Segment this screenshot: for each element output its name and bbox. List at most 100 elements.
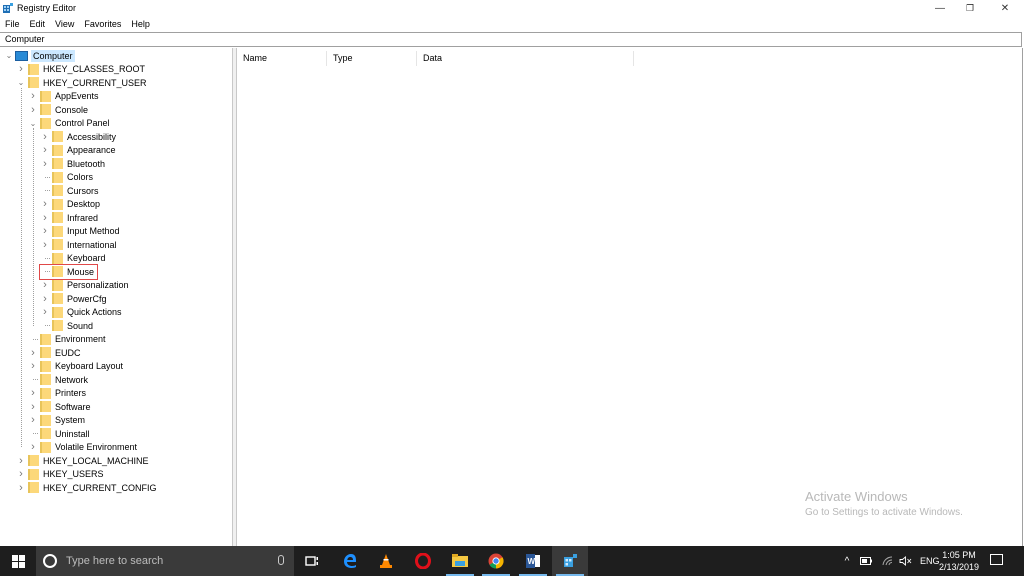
tree-node-label: Personalization — [67, 280, 129, 291]
tree-node[interactable]: › International — [40, 238, 118, 252]
tree-node[interactable]: › Desktop — [40, 198, 101, 212]
chevron-right-icon[interactable]: › — [28, 441, 38, 453]
action-center-icon[interactable] — [990, 554, 1003, 565]
chevron-right-icon[interactable]: › — [40, 306, 50, 318]
taskbar-app-word[interactable]: W — [515, 546, 551, 576]
menu-favorites[interactable]: Favorites — [79, 17, 126, 31]
tree-node[interactable]: › HKEY_CURRENT_CONFIG — [16, 481, 158, 495]
taskbar-search-box[interactable]: Type here to search — [36, 546, 294, 576]
column-header-type[interactable]: Type — [327, 51, 417, 66]
chevron-right-icon[interactable]: › — [28, 414, 38, 426]
chevron-right-icon[interactable]: › — [40, 158, 50, 170]
tree-node[interactable]: › AppEvents — [28, 90, 100, 104]
chevron-right-icon[interactable]: › — [16, 482, 26, 494]
tree-connector — [40, 321, 50, 331]
tree-node-highlighted[interactable]: Mouse — [38, 264, 99, 280]
menu-file[interactable]: File — [0, 17, 25, 31]
registry-tree[interactable]: ⌄ Computer › HKEY_CLASSES_ROOT ⌄ HKEY_CURRENT… — [0, 48, 233, 546]
tree-node[interactable]: › EUDC — [28, 346, 82, 360]
chevron-down-icon[interactable]: ⌄ — [28, 118, 38, 128]
taskbar-app-chrome[interactable] — [478, 546, 514, 576]
tree-node[interactable]: › HKEY_LOCAL_MACHINE — [16, 454, 150, 468]
microphone-icon[interactable] — [278, 555, 284, 565]
chevron-right-icon[interactable]: › — [40, 212, 50, 224]
close-button[interactable]: ✕ — [990, 0, 1020, 16]
clock[interactable]: 1:05 PM 2/13/2019 — [936, 549, 982, 573]
battery-icon[interactable] — [860, 557, 872, 565]
chevron-right-icon[interactable]: › — [40, 198, 50, 210]
chevron-right-icon[interactable]: › — [40, 239, 50, 251]
tree-node-label: Appearance — [67, 145, 116, 156]
folder-icon — [52, 266, 63, 278]
tree-guide-line — [21, 87, 22, 448]
taskbar-app-edge[interactable] — [332, 546, 368, 576]
chevron-right-icon[interactable]: › — [28, 387, 38, 399]
tree-node[interactable]: › Console — [28, 103, 89, 117]
tree-node[interactable]: Sound — [40, 319, 94, 333]
tree-node[interactable]: Environment — [28, 333, 107, 347]
tree-node[interactable]: Colors — [40, 171, 94, 185]
tree-node[interactable]: › Accessibility — [40, 130, 117, 144]
tree-node[interactable]: ⌄ Control Panel — [28, 117, 111, 131]
menu-help[interactable]: Help — [126, 17, 155, 31]
tree-node[interactable]: Cursors — [40, 184, 100, 198]
menu-edit[interactable]: Edit — [25, 17, 51, 31]
tree-node[interactable]: › Volatile Environment — [28, 441, 138, 455]
taskbar: Type here to search W ^ ENG 1:05 PM 2/13… — [0, 546, 1024, 576]
tree-node[interactable]: › Input Method — [40, 225, 121, 239]
chevron-right-icon[interactable]: › — [16, 455, 26, 467]
start-button[interactable] — [0, 546, 36, 576]
tree-node[interactable]: Keyboard — [40, 252, 107, 266]
taskbar-app-opera[interactable] — [405, 546, 441, 576]
chevron-down-icon[interactable]: ⌄ — [16, 78, 26, 88]
chevron-right-icon[interactable]: › — [28, 347, 38, 359]
tree-node-label: Sound — [67, 320, 94, 331]
tree-node[interactable]: › Infrared — [40, 211, 99, 225]
tree-node[interactable]: › HKEY_CLASSES_ROOT — [16, 63, 146, 77]
tree-node[interactable]: Network — [28, 373, 89, 387]
chevron-down-icon[interactable]: ⌄ — [4, 51, 14, 61]
column-header-data[interactable]: Data — [417, 51, 634, 66]
tree-node[interactable]: ⌄ HKEY_CURRENT_USER — [16, 76, 148, 90]
chevron-right-icon[interactable]: › — [40, 131, 50, 143]
minimize-button[interactable]: — — [925, 0, 955, 16]
chevron-right-icon[interactable]: › — [40, 225, 50, 237]
title-bar[interactable]: Registry Editor — ❐ ✕ — [0, 0, 1024, 17]
chevron-right-icon[interactable]: › — [16, 63, 26, 75]
chevron-right-icon[interactable]: › — [28, 90, 38, 102]
tree-node[interactable]: › HKEY_USERS — [16, 468, 105, 482]
wifi-icon[interactable] — [882, 556, 893, 566]
chevron-right-icon[interactable]: › — [40, 144, 50, 156]
tree-node[interactable]: › Bluetooth — [40, 157, 106, 171]
computer-icon — [15, 50, 28, 61]
chevron-right-icon[interactable]: › — [28, 104, 38, 116]
tree-node[interactable]: Uninstall — [28, 427, 91, 441]
tree-node[interactable]: › Personalization — [40, 279, 130, 293]
tree-node[interactable]: › System — [28, 414, 86, 428]
taskbar-app-registry-editor[interactable] — [552, 546, 588, 576]
chevron-right-icon[interactable]: › — [28, 401, 38, 413]
tree-node[interactable]: › Printers — [28, 387, 87, 401]
chevron-right-icon[interactable]: › — [16, 468, 26, 480]
tree-connector-line — [44, 257, 50, 259]
volume-muted-icon[interactable] — [899, 556, 912, 566]
values-list[interactable]: Name Type Data — [237, 48, 1023, 546]
tree-connector — [28, 334, 38, 344]
menu-view[interactable]: View — [50, 17, 79, 31]
taskbar-app-file-explorer[interactable] — [442, 546, 478, 576]
column-header-name[interactable]: Name — [237, 51, 327, 66]
task-view-button[interactable] — [294, 546, 330, 576]
chevron-right-icon[interactable]: › — [40, 293, 50, 305]
tree-node[interactable]: › PowerCfg — [40, 292, 108, 306]
tree-node[interactable]: › Quick Actions — [40, 306, 123, 320]
show-hidden-icons-icon[interactable]: ^ — [840, 556, 854, 567]
tree-node-computer[interactable]: ⌄ Computer — [4, 49, 75, 63]
restore-button[interactable]: ❐ — [955, 0, 985, 16]
address-bar[interactable]: Computer — [0, 32, 1022, 47]
chevron-right-icon[interactable]: › — [40, 279, 50, 291]
tree-node[interactable]: › Software — [28, 400, 92, 414]
tree-node[interactable]: › Keyboard Layout — [28, 360, 124, 374]
tree-node[interactable]: › Appearance — [40, 144, 117, 158]
taskbar-app-vlc[interactable] — [368, 546, 404, 576]
chevron-right-icon[interactable]: › — [28, 360, 38, 372]
